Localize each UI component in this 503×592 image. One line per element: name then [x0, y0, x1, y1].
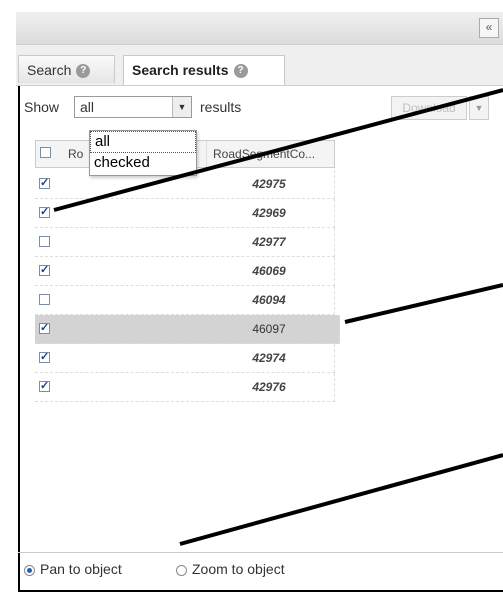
road-segment-code: 46094 [252, 293, 286, 307]
road-segment-code: 42969 [252, 206, 286, 220]
pan-label: Pan to object [40, 561, 122, 577]
road-segment-code: 46097 [252, 322, 286, 336]
select-all-checkbox[interactable] [40, 147, 51, 158]
tab-search-label: Search [27, 62, 72, 78]
table-row[interactable]: 42976 [35, 373, 335, 402]
column-header-roadsegmentcode[interactable]: RoadSegmentCo... [206, 141, 341, 167]
row-checkbox[interactable] [39, 350, 50, 363]
help-icon[interactable]: ? [76, 64, 91, 79]
row-checkbox[interactable] [39, 379, 50, 392]
tab-search-results-label: Search results [132, 62, 229, 78]
table-row[interactable]: 42977 [35, 228, 335, 257]
download-menu-button[interactable]: ▼ [469, 96, 489, 120]
road-segment-code: 42977 [252, 235, 286, 249]
show-dropdown-list: all checked [89, 130, 197, 176]
road-segment-code: 42976 [252, 380, 286, 394]
row-checkbox[interactable] [39, 205, 50, 218]
table-row[interactable]: 42969 [35, 199, 335, 228]
tab-search-results[interactable]: Search results? [123, 55, 285, 85]
column-header-road[interactable]: Ro [68, 147, 83, 161]
tab-search[interactable]: Search? [18, 55, 115, 83]
navigation-mode-bar: Pan to object Zoom to object [18, 552, 503, 583]
row-checkbox[interactable] [39, 321, 50, 334]
row-checkbox[interactable] [39, 236, 50, 247]
dropdown-option-all[interactable]: all [90, 131, 196, 153]
panel-header: « [16, 12, 503, 45]
pan-to-object-option[interactable]: Pan to object [24, 561, 122, 577]
results-label: results [200, 99, 242, 115]
road-segment-code: 42974 [252, 351, 286, 365]
zoom-to-object-option[interactable]: Zoom to object [176, 561, 285, 577]
road-segment-code: 46069 [252, 264, 286, 278]
tab-strip: Search? Search results? [16, 45, 503, 86]
results-grid: 42975 42969 42977 46069 46094 46097 4297… [35, 170, 340, 402]
show-label: Show [24, 99, 60, 115]
download-button[interactable]: Download [391, 96, 467, 120]
table-row[interactable]: 42974 [35, 344, 335, 373]
help-icon[interactable]: ? [233, 64, 248, 79]
row-checkbox[interactable] [39, 294, 50, 305]
show-select-value: all [80, 99, 95, 115]
dropdown-option-checked[interactable]: checked [90, 153, 196, 175]
row-checkbox[interactable] [39, 176, 50, 189]
show-select[interactable]: all ▼ [74, 96, 192, 118]
row-checkbox[interactable] [39, 263, 50, 276]
radio-pan[interactable] [24, 564, 35, 576]
zoom-label: Zoom to object [192, 561, 285, 577]
double-chevron-left-icon[interactable]: « [479, 18, 499, 38]
chevron-down-icon[interactable]: ▼ [172, 97, 191, 117]
table-row[interactable]: 46094 [35, 286, 335, 315]
table-row[interactable]: 46069 [35, 257, 335, 286]
table-row-highlighted[interactable]: 46097 [35, 315, 340, 344]
road-segment-code: 42975 [252, 177, 286, 191]
radio-zoom[interactable] [176, 564, 187, 576]
